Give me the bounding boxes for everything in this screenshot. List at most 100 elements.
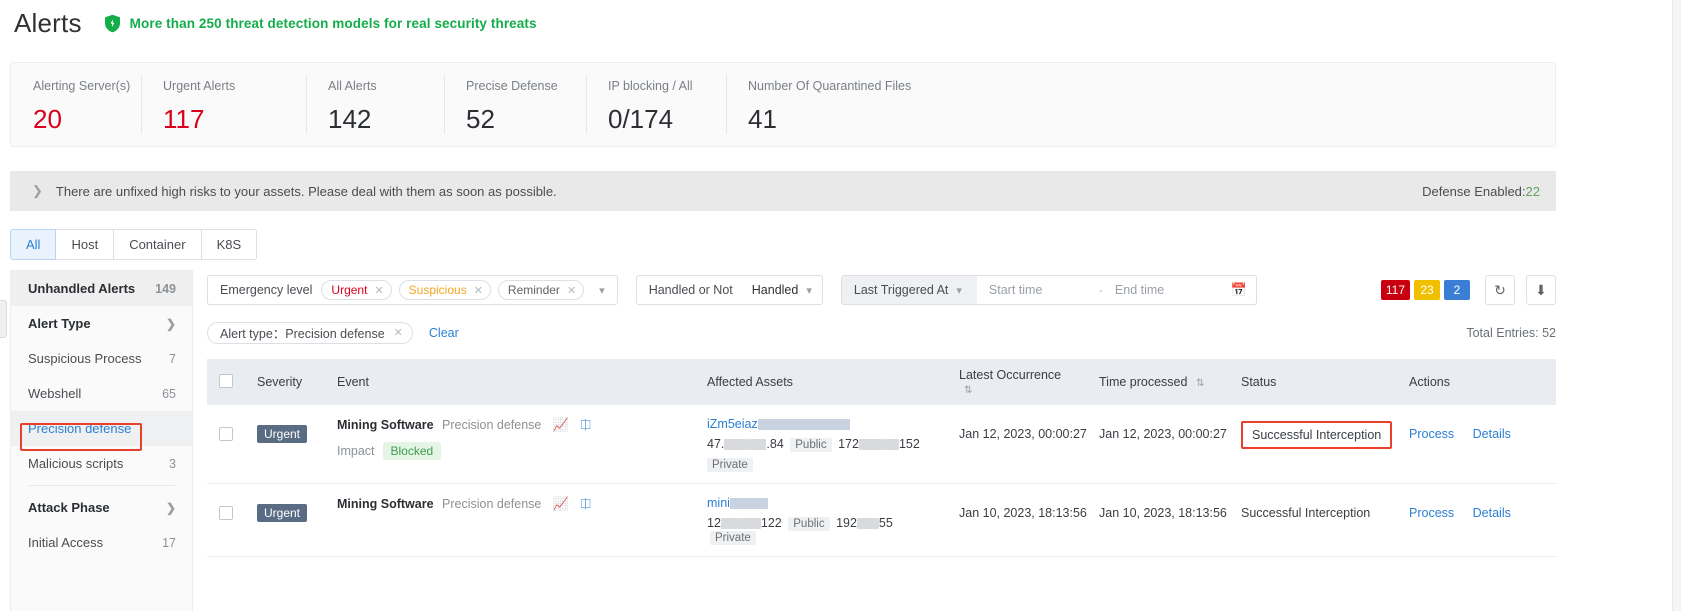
search-chart-icon[interactable]: ⎅ (581, 417, 591, 432)
clear-filters-link[interactable]: Clear (429, 326, 459, 340)
emergency-level-filter[interactable]: Emergency level Urgent ✕ Suspicious ✕ Re… (207, 275, 618, 305)
sidebar-item-label: Webshell (28, 386, 82, 401)
masked-text (724, 439, 747, 451)
stat-value: 52 (466, 104, 495, 134)
risk-warning-banner[interactable]: ❯ There are unfixed high risks to your a… (10, 171, 1556, 211)
masked-text (858, 439, 881, 451)
right-scrollbar-gutter[interactable] (1672, 0, 1681, 611)
event-name: Mining Software (337, 418, 434, 432)
chart-icon[interactable]: 📈 (553, 496, 569, 511)
chevron-right-icon[interactable]: ❯ (32, 183, 43, 199)
tab-k8s[interactable]: K8S (201, 229, 258, 260)
status-badge: Successful Interception (1241, 421, 1393, 449)
main-content: Emergency level Urgent ✕ Suspicious ✕ Re… (207, 270, 1556, 557)
stat-alerting-servers: Alerting Server(s) 20 (11, 63, 141, 146)
select-all-checkbox[interactable] (219, 373, 233, 388)
asset-tag-public: Public (790, 438, 832, 452)
impact-status-pill: Blocked (382, 442, 442, 460)
sidebar-item-initial-access[interactable]: Initial Access 17 (11, 525, 192, 560)
sidebar-divider (28, 485, 175, 486)
sidebar-item-label: Malicious scripts (28, 456, 124, 471)
defense-enabled-status: Defense Enabled:22 (1422, 184, 1540, 199)
tab-host[interactable]: Host (56, 229, 115, 260)
chevron-down-icon[interactable]: ▾ (798, 284, 820, 297)
scope-tabs[interactable]: All Host Container K8S (10, 229, 258, 260)
event-title-line: Mining Software Precision defense 📈 ⎅ (337, 417, 695, 433)
applied-filters-row: Alert type：Precision defense ✕ Clear Tot… (207, 319, 1556, 346)
time-field-selector[interactable]: Last Triggered At ▾ (841, 276, 977, 304)
chip-label: Suspicious (408, 283, 467, 297)
asset-ip-public-suffix: .84 (766, 437, 784, 451)
badge-reminder-count[interactable]: 2 (1444, 280, 1470, 300)
sidebar-item-suspicious-process[interactable]: Suspicious Process 7 (11, 341, 192, 376)
tab-container[interactable]: Container (114, 229, 202, 260)
sidebar-item-webshell[interactable]: Webshell 65 (11, 376, 192, 411)
tab-all[interactable]: All (10, 229, 57, 260)
details-action-link[interactable]: Details (1473, 506, 1511, 520)
table-header-row: Severity Event Affected Assets Latest Oc… (207, 359, 1556, 405)
handled-filter-value: Handled (751, 283, 799, 297)
chart-icon[interactable]: 📈 (553, 417, 569, 432)
asset-tag-private: Private (710, 531, 756, 545)
process-action-link[interactable]: Process (1409, 506, 1454, 520)
stat-urgent-alerts: Urgent Alerts 117 (141, 63, 306, 146)
close-icon[interactable]: ✕ (567, 284, 576, 297)
details-action-link[interactable]: Details (1473, 427, 1511, 441)
sort-icon[interactable]: ⇅ (1196, 378, 1204, 389)
close-icon[interactable]: ✕ (474, 284, 483, 297)
filter-chip-urgent[interactable]: Urgent ✕ (321, 280, 392, 300)
event-type: Precision defense (442, 418, 542, 432)
end-time-input[interactable] (1102, 283, 1225, 297)
sidebar-group-alert-type[interactable]: Alert Type ❯ (11, 306, 192, 341)
column-time-processed[interactable]: Time processed ⇅ (1087, 359, 1229, 405)
badge-urgent-count[interactable]: 117 (1380, 280, 1410, 300)
stat-label: Urgent Alerts (163, 79, 236, 93)
sidebar-group-attack-phase[interactable]: Attack Phase ❯ (11, 490, 192, 525)
alert-filter-sidebar: Unhandled Alerts 149 Alert Type ❯ Suspic… (10, 270, 193, 611)
asset-tag-public: Public (788, 517, 830, 531)
handled-status-filter[interactable]: Handled or Not Handled ▾ (635, 275, 823, 305)
refresh-icon[interactable]: ↻ (1485, 275, 1515, 305)
chevron-down-icon[interactable]: ▾ (591, 284, 613, 297)
start-time-input[interactable] (976, 283, 1099, 297)
close-icon[interactable]: ✕ (374, 284, 383, 297)
asset-hostname[interactable]: mini (707, 496, 730, 510)
table-row[interactable]: Urgent Mining Software Precision defense… (207, 483, 1556, 557)
asset-hostname[interactable]: iZm5eiaz (707, 417, 758, 431)
search-chart-icon[interactable]: ⎅ (581, 496, 591, 511)
page-header: Alerts More than 250 threat detection mo… (0, 0, 1681, 44)
sidebar-item-malicious-scripts[interactable]: Malicious scripts 3 (11, 446, 192, 481)
row-checkbox[interactable] (219, 506, 233, 520)
table-row[interactable]: Urgent Mining Software Precision defense… (207, 405, 1556, 484)
stat-quarantined-files: Number Of Quarantined Files 41 (726, 63, 976, 146)
close-icon[interactable]: ✕ (394, 326, 403, 339)
filter-toolbar: Emergency level Urgent ✕ Suspicious ✕ Re… (207, 275, 1556, 305)
sidebar-item-count: 7 (169, 351, 176, 366)
download-icon[interactable]: ⬇ (1526, 275, 1556, 305)
sidebar-item-precision-defense[interactable]: Precision defense (11, 411, 192, 446)
filter-chip-reminder[interactable]: Reminder ✕ (497, 280, 585, 300)
row-severity-cell: Urgent (245, 483, 325, 557)
column-latest-occurrence[interactable]: Latest Occurrence ⇅ (947, 359, 1087, 405)
row-severity-cell: Urgent (245, 405, 325, 484)
row-latest-occurrence: Jan 12, 2023, 00:00:27 (947, 405, 1087, 484)
sidebar-collapse-handle[interactable] (0, 300, 7, 338)
process-action-link[interactable]: Process (1409, 427, 1454, 441)
total-entries-label: Total Entries: 52 (1466, 325, 1556, 340)
filter-chip-suspicious[interactable]: Suspicious ✕ (398, 280, 491, 300)
badge-suspicious-count[interactable]: 23 (1414, 280, 1440, 300)
chip-label: Reminder (507, 283, 560, 297)
time-range-filter[interactable]: Last Triggered At ▾ - 📅 (840, 275, 1258, 305)
defense-enabled-label: Defense Enabled: (1422, 183, 1526, 199)
chevron-down-icon[interactable]: ▾ (948, 284, 970, 297)
sidebar-item-unhandled-alerts[interactable]: Unhandled Alerts 149 (11, 271, 192, 306)
calendar-icon[interactable]: 📅 (1225, 282, 1256, 298)
row-checkbox[interactable] (219, 427, 233, 441)
applied-filter-alert-type[interactable]: Alert type：Precision defense ✕ (207, 321, 413, 344)
row-event-cell: Mining Software Precision defense 📈 ⎅ (325, 483, 695, 557)
column-affected-assets: Affected Assets (695, 359, 947, 405)
sort-icon[interactable]: ⇅ (964, 385, 972, 396)
masked-text (729, 498, 768, 510)
handled-filter-label: Handled or Not (648, 283, 733, 297)
row-time-processed: Jan 10, 2023, 18:13:56 (1087, 483, 1229, 557)
